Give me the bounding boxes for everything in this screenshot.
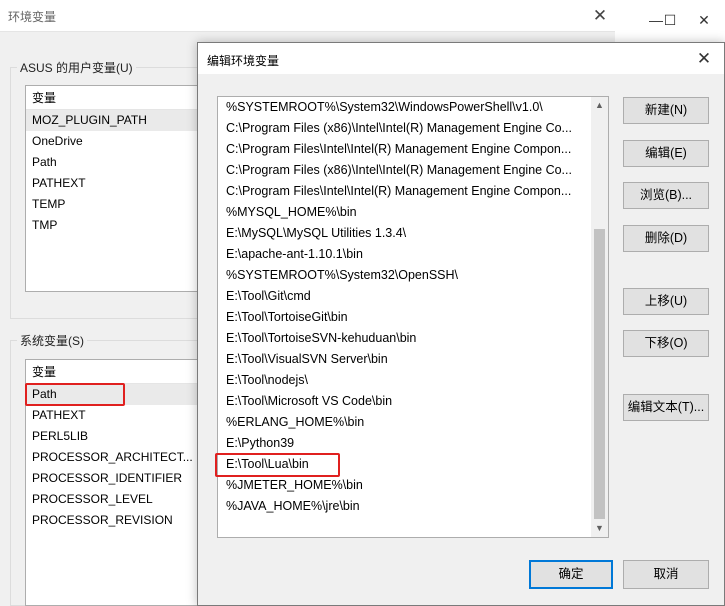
third-window-titlebar: — ☐ ✕ [615, 0, 725, 45]
path-row[interactable]: %MYSQL_HOME%\bin [218, 202, 591, 223]
edit-text-button[interactable]: 编辑文本(T)... [623, 394, 709, 421]
user-variable-row[interactable]: PATHEXT [26, 173, 199, 194]
user-variable-row[interactable]: TEMP [26, 194, 199, 215]
user-variables-header: 变量 [26, 86, 199, 110]
dialog-close-icon[interactable]: ✕ [692, 47, 716, 71]
move-down-button[interactable]: 下移(O) [623, 330, 709, 357]
path-row[interactable]: %JMETER_HOME%\bin [218, 475, 591, 496]
path-row[interactable]: E:\Tool\VisualSVN Server\bin [218, 349, 591, 370]
cancel-button[interactable]: 取消 [623, 560, 709, 589]
user-variable-row[interactable]: MOZ_PLUGIN_PATH [26, 110, 199, 131]
scroll-down-icon[interactable]: ▼ [591, 520, 608, 537]
user-variable-row[interactable]: Path [26, 152, 199, 173]
path-row[interactable]: %SYSTEMROOT%\System32\WindowsPowerShell\… [218, 97, 591, 118]
system-variable-row[interactable]: PROCESSOR_ARCHITECT... [26, 447, 199, 468]
path-row[interactable]: E:\Tool\nodejs\ [218, 370, 591, 391]
close-icon[interactable]: ✕ [691, 12, 717, 29]
system-variable-row[interactable]: PATHEXT [26, 405, 199, 426]
path-list-scrollbar[interactable]: ▲ ▼ [591, 97, 608, 537]
dialog-titlebar: 编辑环境变量 ✕ [198, 43, 724, 74]
path-row[interactable]: %JAVA_HOME%\jre\bin [218, 496, 591, 517]
new-button[interactable]: 新建(N) [623, 97, 709, 124]
move-up-button[interactable]: 上移(U) [623, 288, 709, 315]
bg-close-icon[interactable]: ✕ [586, 3, 614, 29]
system-variables-label: 系统变量(S) [17, 332, 87, 349]
user-variable-row[interactable]: OneDrive [26, 131, 199, 152]
browse-button[interactable]: 浏览(B)... [623, 182, 709, 209]
ok-button[interactable]: 确定 [529, 560, 613, 589]
path-row[interactable]: E:\MySQL\MySQL Utilities 1.3.4\ [218, 223, 591, 244]
path-row[interactable]: %ERLANG_HOME%\bin [218, 412, 591, 433]
path-row[interactable]: E:\Tool\Git\cmd [218, 286, 591, 307]
path-row[interactable]: E:\apache-ant-1.10.1\bin [218, 244, 591, 265]
path-row[interactable]: E:\Python39 [218, 433, 591, 454]
path-row[interactable]: C:\Program Files\Intel\Intel(R) Manageme… [218, 139, 591, 160]
path-row[interactable]: C:\Program Files (x86)\Intel\Intel(R) Ma… [218, 118, 591, 139]
path-highlight-box [25, 383, 125, 406]
path-row[interactable]: E:\Tool\Microsoft VS Code\bin [218, 391, 591, 412]
path-row[interactable]: E:\Tool\TortoiseSVN-kehuduan\bin [218, 328, 591, 349]
system-variable-row[interactable]: PROCESSOR_IDENTIFIER [26, 468, 199, 489]
scroll-up-icon[interactable]: ▲ [591, 97, 608, 114]
system-variable-row[interactable]: PERL5LIB [26, 426, 199, 447]
system-variables-header: 变量 [26, 360, 199, 384]
user-variable-row[interactable]: TMP [26, 215, 199, 236]
maximize-icon[interactable]: ☐ [657, 12, 683, 29]
scroll-thumb[interactable] [594, 229, 605, 519]
path-row[interactable]: %SYSTEMROOT%\System32\OpenSSH\ [218, 265, 591, 286]
path-row[interactable]: E:\Tool\TortoiseGit\bin [218, 307, 591, 328]
dialog-title: 编辑环境变量 [207, 54, 280, 68]
delete-button[interactable]: 删除(D) [623, 225, 709, 252]
edit-button[interactable]: 编辑(E) [623, 140, 709, 167]
system-variable-row[interactable]: PROCESSOR_LEVEL [26, 489, 199, 510]
user-variables-label: ASUS 的用户变量(U) [17, 59, 136, 76]
bg-titlebar: 环境变量 ✕ [0, 0, 615, 32]
path-row[interactable]: C:\Program Files\Intel\Intel(R) Manageme… [218, 181, 591, 202]
bg-window-title: 环境变量 [8, 10, 57, 24]
edit-environment-variable-dialog: 编辑环境变量 ✕ %SYSTEMROOT%\System32\WindowsPo… [197, 42, 725, 606]
path-row[interactable]: C:\Program Files (x86)\Intel\Intel(R) Ma… [218, 160, 591, 181]
user-variables-list[interactable]: 变量 MOZ_PLUGIN_PATH OneDrive Path PATHEXT TEM… [25, 85, 200, 292]
system-variable-row[interactable]: PROCESSOR_REVISION [26, 510, 199, 531]
lua-path-highlight-box [215, 453, 340, 477]
